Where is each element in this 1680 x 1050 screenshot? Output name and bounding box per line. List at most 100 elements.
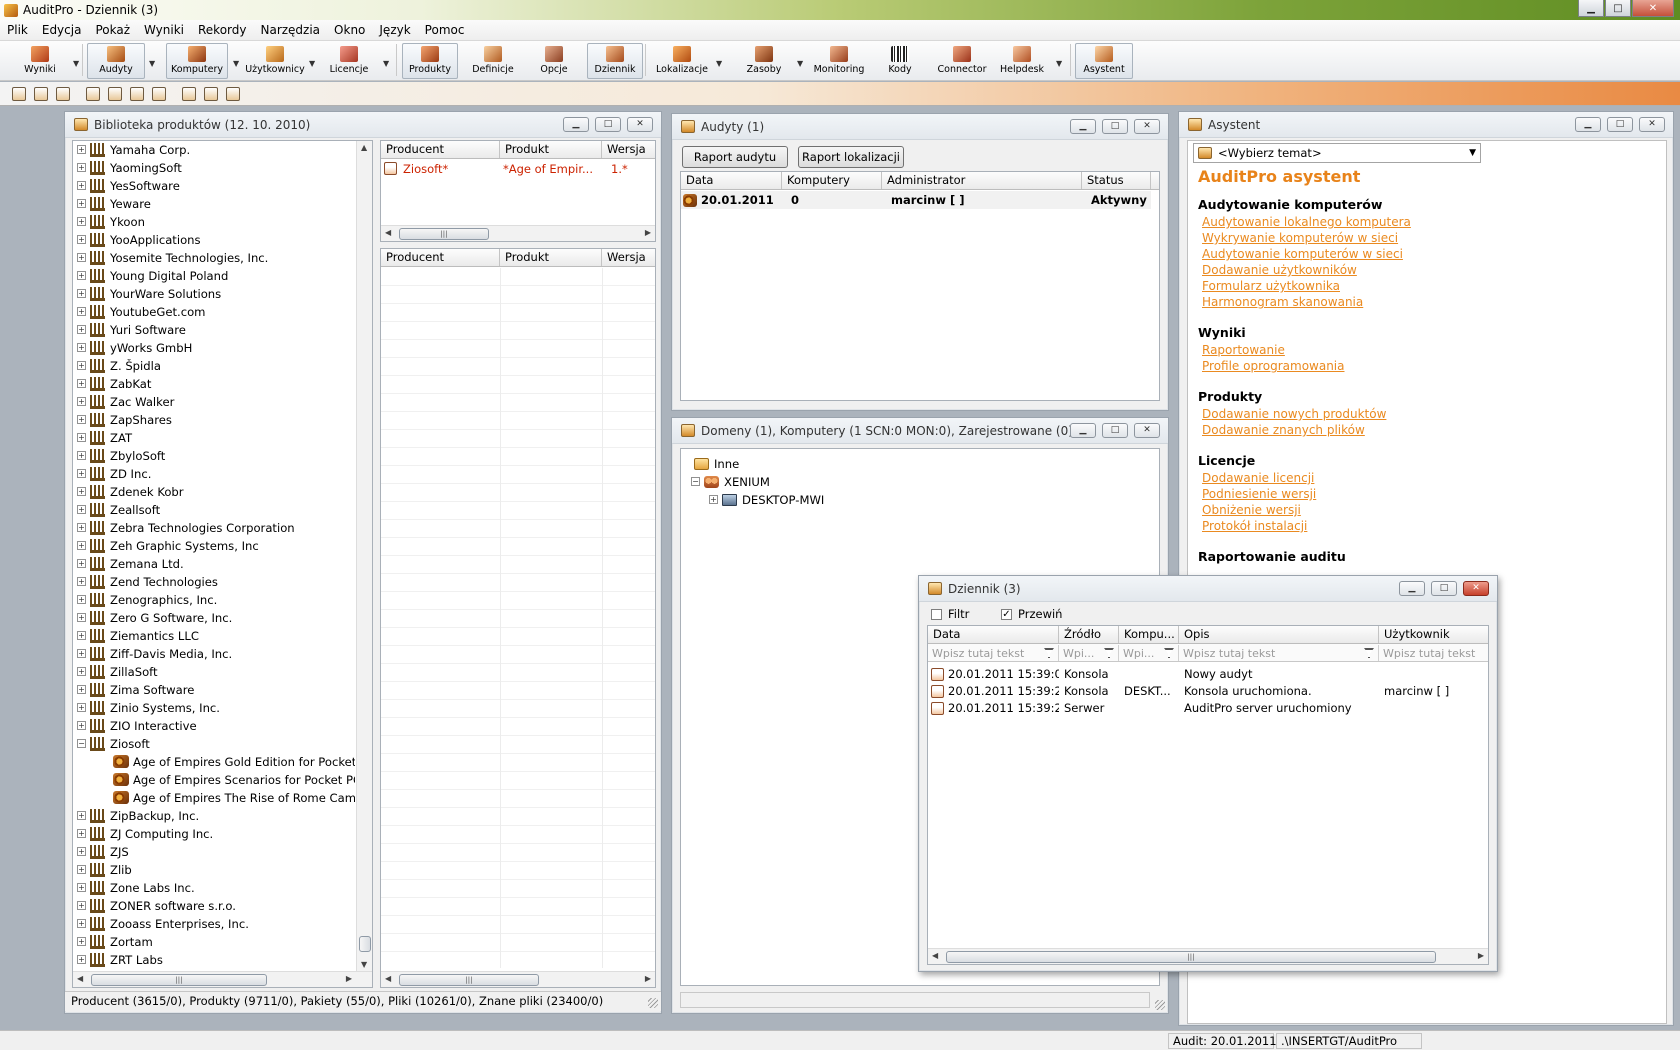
expand-toggle[interactable]: + [77, 901, 86, 910]
expand-toggle[interactable]: + [77, 883, 86, 892]
frame-icon[interactable] [108, 87, 122, 101]
tree-node[interactable]: + Young Digital Poland [77, 267, 228, 284]
tree-node[interactable]: + Ziemantics LLC [77, 627, 199, 644]
col-produkt[interactable]: Produkt [500, 249, 602, 266]
tree-node[interactable]: + ZONER software s.r.o. [77, 897, 236, 914]
expand-toggle[interactable]: + [77, 253, 86, 262]
tree-node[interactable]: + Ykoon [77, 213, 145, 230]
expand-toggle[interactable]: + [77, 613, 86, 622]
tree-node-desktop-mwi[interactable]: + DESKTOP-MWI [709, 491, 824, 508]
tree-node[interactable]: + ZD Inc. [77, 465, 151, 482]
expand-toggle[interactable]: + [77, 163, 86, 172]
expand-toggle[interactable]: + [77, 865, 86, 874]
tree-node[interactable]: + YooApplications [77, 231, 201, 248]
window-maximize-button[interactable]: □ [1102, 423, 1128, 438]
toolbar-dziennik-button[interactable]: Dziennik [587, 43, 643, 79]
tree-node[interactable]: + YourWare Solutions [77, 285, 221, 302]
toolbar-helpdesk-button[interactable]: Helpdesk [994, 43, 1050, 79]
resize-grip[interactable] [648, 998, 658, 1008]
expand-toggle[interactable]: + [77, 379, 86, 388]
col-administrator[interactable]: Administrator [882, 172, 1082, 189]
tree-horizontal-scrollbar[interactable]: ◀ ||| ▶ [73, 971, 372, 987]
tree-node[interactable]: + ZabKat [77, 375, 151, 392]
lokalizacje-dropdown-arrow[interactable]: ▼ [716, 59, 726, 69]
menu-plik[interactable]: Plik [0, 23, 35, 37]
tree-node[interactable]: + ZJ Computing Inc. [77, 825, 213, 842]
toolbar-uzytkownicy-button[interactable]: Użytkownicy [244, 43, 306, 79]
assistant-link[interactable]: Podniesienie wersji [1202, 487, 1316, 501]
tree-node[interactable]: Age of Empires Scenarios for Pocket PC 1… [113, 771, 355, 788]
tree-node[interactable]: + Zero G Software, Inc. [77, 609, 232, 626]
expand-toggle[interactable]: + [77, 649, 86, 658]
window-minimize-button[interactable]: ▁ [1070, 423, 1096, 438]
close-button[interactable]: ✕ [1632, 0, 1674, 17]
window-close-button[interactable]: ✕ [627, 117, 653, 132]
expand-toggle[interactable]: + [77, 199, 86, 208]
expand-toggle[interactable]: + [77, 469, 86, 478]
expand-toggle[interactable]: + [77, 487, 86, 496]
tree-node[interactable]: + ZbyloSoft [77, 447, 165, 464]
expand-toggle[interactable]: + [77, 433, 86, 442]
expand-toggle[interactable]: + [77, 217, 86, 226]
menu-jezyk[interactable]: Język [372, 23, 417, 37]
tree-node[interactable]: + Yeware [77, 195, 151, 212]
search-icon[interactable] [226, 87, 240, 101]
expand-toggle[interactable]: + [77, 721, 86, 730]
table-row[interactable]: Ziosoft* *Age of Empir... 1.* [381, 160, 655, 177]
tree-node[interactable]: + Zdenek Kobr [77, 483, 184, 500]
journal-table[interactable]: Data Źródło Kompu... Opis Użytkownik Wpi… [927, 625, 1489, 965]
tree-node[interactable]: Age of Empires Gold Edition for Pocket P… [113, 753, 355, 770]
tree-node[interactable]: + Zeh Graphic Systems, Inc [77, 537, 259, 554]
assistant-link[interactable]: Dodawanie użytkowników [1202, 263, 1357, 277]
source-filter-input[interactable]: Wpi... [1059, 645, 1119, 661]
tree-node[interactable]: + Zima Software [77, 681, 194, 698]
expand-toggle[interactable]: + [77, 847, 86, 856]
col-komputery[interactable]: Komputery [782, 172, 882, 189]
assistant-link[interactable]: Audytowanie lokalnego komputera [1202, 215, 1411, 229]
tree-node[interactable]: + Zenographics, Inc. [77, 591, 217, 608]
tree-node[interactable]: + Yuri Software [77, 321, 186, 338]
expand-toggle[interactable]: + [77, 361, 86, 370]
expand-toggle[interactable]: + [77, 667, 86, 676]
report-icon[interactable] [86, 87, 100, 101]
assistant-link[interactable]: Obniżenie wersji [1202, 503, 1301, 517]
expand-toggle[interactable]: + [77, 937, 86, 946]
tree-node[interactable]: + YesSoftware [77, 177, 180, 194]
expand-toggle[interactable]: + [77, 415, 86, 424]
expand-toggle[interactable]: + [77, 451, 86, 460]
expand-toggle[interactable]: + [77, 559, 86, 568]
col-uzytkownik[interactable]: Użytkownik [1379, 626, 1488, 643]
menu-pokaz[interactable]: Pokaż [88, 23, 137, 37]
grid-horizontal-scrollbar[interactable]: ◀ ||| ▶ [381, 225, 655, 241]
journal-horizontal-scrollbar[interactable]: ◀ ||| ▶ [928, 948, 1488, 964]
assistant-link[interactable]: Profile oprogramowania [1202, 359, 1345, 373]
filter-checkbox[interactable]: Filtr [931, 607, 969, 621]
printer-icon[interactable] [130, 87, 144, 101]
expand-toggle[interactable]: + [77, 235, 86, 244]
audit-report-button[interactable]: Raport audytu [682, 146, 788, 168]
import-icon[interactable] [34, 87, 48, 101]
user-filter-input[interactable]: Wpisz tutaj tekst [1379, 645, 1488, 661]
tree-node[interactable]: + Z. Špidla [77, 357, 161, 374]
tree-node-inne[interactable]: Inne [694, 455, 739, 472]
maximize-button[interactable]: □ [1605, 0, 1631, 17]
licencje-dropdown-arrow[interactable]: ▼ [383, 59, 393, 69]
toolbar-opcje-button[interactable]: Opcje [526, 43, 582, 79]
tree-node[interactable]: + Zend Technologies [77, 573, 218, 590]
assistant-link[interactable]: Dodawanie znanych plików [1202, 423, 1365, 437]
tree-node[interactable]: + ZapShares [77, 411, 172, 428]
collapse-toggle[interactable]: − [691, 477, 700, 486]
col-producent[interactable]: Producent [381, 249, 500, 266]
toolbar-definicje-button[interactable]: Definicje [465, 43, 521, 79]
window-maximize-button[interactable]: □ [1102, 119, 1128, 134]
toolbar-produkty-button[interactable]: Produkty [402, 43, 458, 79]
product-files-grid[interactable]: Producent Produkt Wersja ◀ ||| ▶ [380, 248, 656, 988]
window-minimize-button[interactable]: ▁ [1070, 119, 1096, 134]
tree-node[interactable]: + Zone Labs Inc. [77, 879, 195, 896]
collapse-toggle[interactable]: − [77, 739, 86, 748]
minimize-button[interactable]: ▁ [1578, 0, 1604, 17]
col-wersja[interactable]: Wersja [602, 141, 655, 158]
location-report-button[interactable]: Raport lokalizacji [798, 146, 904, 168]
col-data[interactable]: Data [928, 626, 1059, 643]
filter-icon[interactable] [1104, 648, 1114, 658]
